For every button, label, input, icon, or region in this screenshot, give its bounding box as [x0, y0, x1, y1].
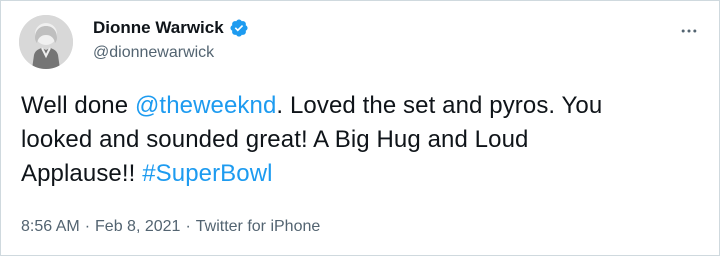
verified-badge-icon [229, 18, 249, 38]
tweet-card: Dionne Warwick @dionnewarwick Well done … [0, 0, 720, 256]
hashtag-link[interactable]: #SuperBowl [142, 160, 272, 187]
display-name[interactable]: Dionne Warwick [93, 18, 224, 38]
tweet-text-part: . Loved the set and pyros. You [276, 92, 603, 119]
tweet-line-3: Applause!! #SuperBowl [21, 157, 701, 191]
handle[interactable]: @dionnewarwick [93, 43, 214, 63]
tweet-text-part: looked and sounded great! A Big Hug and … [21, 126, 529, 153]
tweet-source[interactable]: Twitter for iPhone [196, 217, 321, 237]
avatar-image [19, 15, 73, 69]
more-icon[interactable] [677, 19, 701, 43]
tweet-line-1: Well done @theweeknd. Loved the set and … [21, 89, 701, 123]
meta-separator: · [185, 218, 191, 235]
mention-link[interactable]: @theweeknd [135, 92, 276, 119]
avatar[interactable] [19, 15, 73, 69]
tweet-meta: 8:56 AM · Feb 8, 2021 · Twitter for iPho… [21, 217, 320, 237]
tweet-text: Well done @theweeknd. Loved the set and … [21, 89, 701, 191]
tweet-text-part: Applause!! [21, 160, 143, 187]
meta-separator: · [84, 218, 91, 235]
tweet-line-2: looked and sounded great! A Big Hug and … [21, 123, 701, 157]
tweet-time[interactable]: 8:56 AM [21, 217, 80, 237]
tweet-date[interactable]: Feb 8, 2021 [95, 217, 180, 237]
tweet-text-part: Well done [21, 92, 135, 119]
author-row: Dionne Warwick [93, 18, 249, 38]
